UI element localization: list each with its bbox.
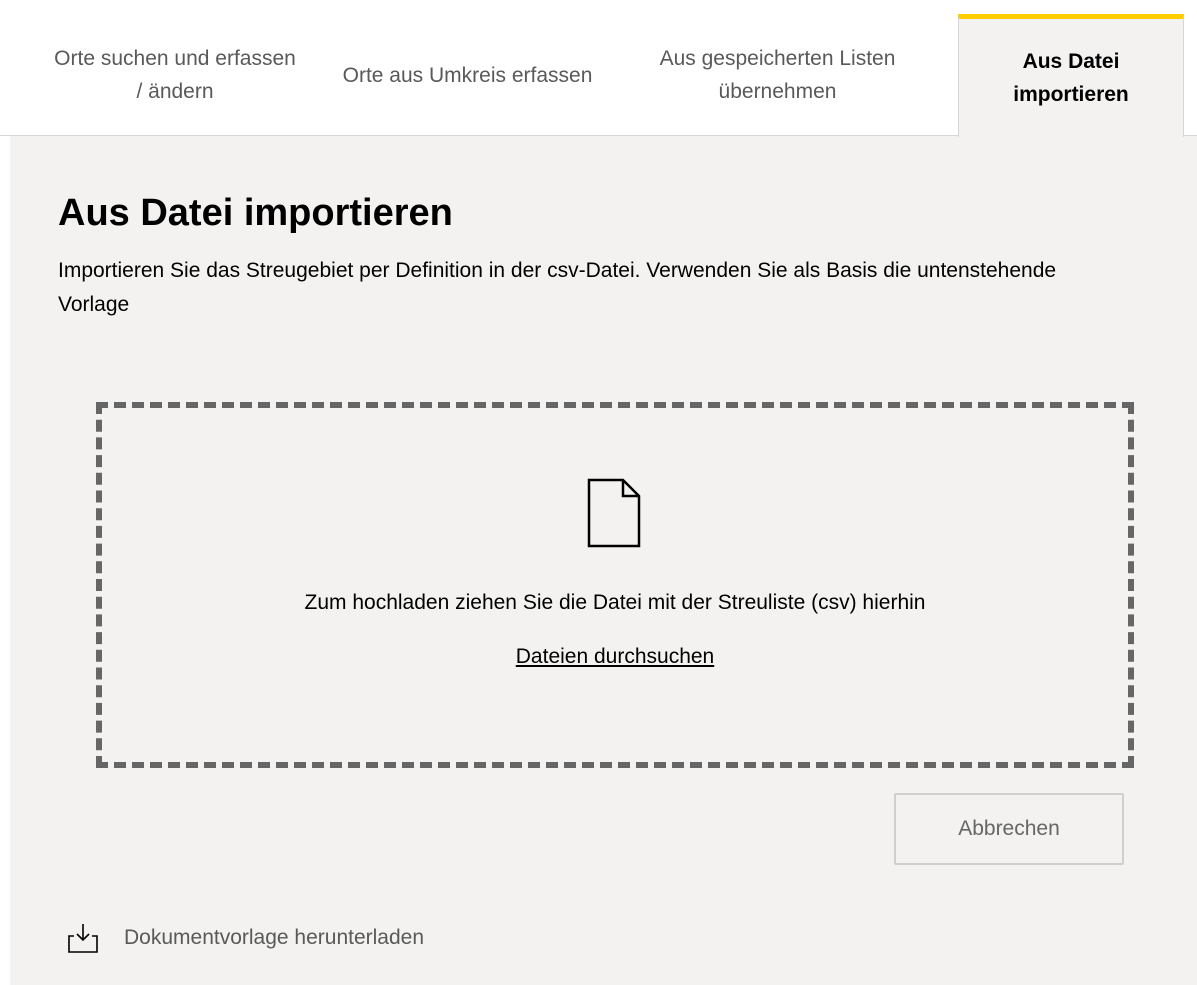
browse-files-link[interactable]: Dateien durchsuchen: [516, 645, 714, 668]
tab-label: Aus gespeicherten Listen übernehmen: [659, 47, 896, 103]
tab-search-places[interactable]: Orte suchen und erfassen / ändern: [40, 14, 310, 136]
download-template-label: Dokumentvorlage herunterladen: [124, 926, 425, 949]
import-page: Orte suchen und erfassen / ändern Orte a…: [0, 0, 1197, 985]
tab-label: Orte suchen und erfassen / ändern: [54, 47, 296, 103]
tab-bar: Orte suchen und erfassen / ändern Orte a…: [0, 0, 1197, 137]
browse-files-container: Dateien durchsuchen: [102, 642, 1128, 672]
import-panel: Aus Datei importieren Importieren Sie da…: [10, 136, 1197, 985]
panel-description: Importieren Sie das Streugebiet per Defi…: [58, 259, 1057, 316]
download-icon: [68, 924, 98, 953]
file-dropzone[interactable]: Zum hochladen ziehen Sie die Datei mit d…: [96, 402, 1134, 768]
tab-label: Aus Datei importieren: [1013, 50, 1129, 106]
file-icon: [587, 478, 641, 548]
page-title: Aus Datei importieren: [58, 192, 453, 234]
tab-radius-places[interactable]: Orte aus Umkreis erfassen: [325, 14, 610, 136]
cancel-button[interactable]: Abbrechen: [894, 793, 1124, 865]
dropzone-instruction: Zum hochladen ziehen Sie die Datei mit d…: [304, 591, 926, 614]
tab-saved-lists[interactable]: Aus gespeicherten Listen übernehmen: [615, 14, 940, 136]
download-template-link[interactable]: Dokumentvorlage herunterladen: [66, 918, 424, 958]
tab-import-file[interactable]: Aus Datei importieren: [958, 14, 1184, 137]
tab-label: Orte aus Umkreis erfassen: [342, 63, 593, 87]
